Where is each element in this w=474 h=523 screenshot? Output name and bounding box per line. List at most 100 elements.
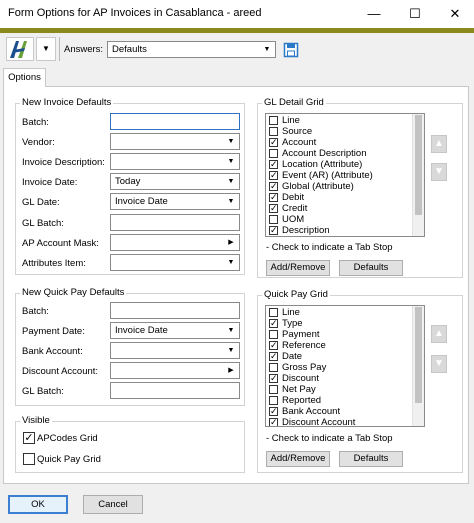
chevron-down-icon: ▼ — [227, 178, 235, 185]
quick-pay-grid-columns-list[interactable]: Line ✓ Type Payment ✓ Reference ✓ Date Gross Pay… — [265, 305, 425, 427]
qp-column-checkbox[interactable] — [269, 308, 278, 317]
list-item[interactable]: ✓ Description — [266, 225, 424, 236]
list-item[interactable]: Line — [266, 115, 424, 126]
qp-list-scroll-thumb[interactable] — [415, 307, 422, 403]
gl-column-label: Account — [282, 137, 317, 148]
qp-column-checkbox[interactable] — [269, 330, 278, 339]
gl-column-checkbox[interactable]: ✓ — [269, 182, 278, 191]
bank-account-select[interactable]: ▼ — [110, 342, 240, 359]
quick-pay-grid-checkbox[interactable] — [23, 453, 35, 465]
attributes-item-label: Attributes Item: — [22, 258, 86, 269]
list-item[interactable]: ✓ Account — [266, 137, 424, 148]
invoice-gl-batch-input[interactable] — [110, 214, 240, 231]
gl-column-checkbox[interactable] — [269, 116, 278, 125]
gl-move-up-arrow-icon[interactable]: ▲ — [431, 135, 447, 153]
gl-column-label: Global (Attribute) — [282, 181, 354, 192]
gl-column-checkbox[interactable]: ✓ — [269, 226, 278, 235]
list-item[interactable]: ✓ Global (Attribute) — [266, 181, 424, 192]
list-item[interactable]: Source — [266, 126, 424, 137]
gl-column-checkbox[interactable] — [269, 215, 278, 224]
discount-account-label: Discount Account: — [22, 366, 99, 377]
qp-column-checkbox[interactable]: ✓ — [269, 418, 278, 426]
gl-column-checkbox[interactable]: ✓ — [269, 193, 278, 202]
gl-list-scroll-thumb[interactable] — [415, 115, 422, 215]
list-item[interactable]: ✓ Reference — [266, 340, 424, 351]
save-icon[interactable] — [283, 42, 299, 58]
gl-column-checkbox[interactable]: ✓ — [269, 160, 278, 169]
list-item[interactable]: ✓ Credit — [266, 203, 424, 214]
qp-list-scrollbar[interactable] — [412, 306, 424, 426]
invoice-date-select[interactable]: Today ▼ — [110, 173, 240, 190]
list-item[interactable]: ✓ Location (Attribute) — [266, 159, 424, 170]
qp-tab-stop-hint: - Check to indicate a Tab Stop — [266, 433, 393, 444]
cancel-button[interactable]: Cancel — [83, 495, 143, 514]
company-logo-icon[interactable] — [6, 37, 34, 61]
gl-defaults-button[interactable]: Defaults — [339, 260, 403, 276]
list-item[interactable]: Reported — [266, 395, 424, 406]
list-item[interactable]: Payment — [266, 329, 424, 340]
gl-column-checkbox[interactable]: ✓ — [269, 171, 278, 180]
gl-column-checkbox[interactable] — [269, 127, 278, 136]
list-item[interactable]: Gross Pay — [266, 362, 424, 373]
qp-column-checkbox[interactable]: ✓ — [269, 352, 278, 361]
vendor-select[interactable]: ▼ — [110, 133, 240, 150]
qp-column-checkbox[interactable] — [269, 396, 278, 405]
qp-column-checkbox[interactable] — [269, 385, 278, 394]
gl-date-select[interactable]: Invoice Date ▼ — [110, 193, 240, 210]
quick-pay-batch-input[interactable] — [110, 302, 240, 319]
payment-date-select[interactable]: Invoice Date ▼ — [110, 322, 240, 339]
list-item[interactable]: UOM — [266, 214, 424, 225]
gl-add-remove-button[interactable]: Add/Remove — [266, 260, 330, 276]
minimize-button[interactable]: — — [355, 0, 393, 28]
list-item[interactable]: ✓ Bank Account — [266, 406, 424, 417]
bank-account-label: Bank Account: — [22, 346, 83, 357]
gl-tab-stop-hint: - Check to indicate a Tab Stop — [266, 242, 393, 253]
list-item[interactable]: ✓ Discount — [266, 373, 424, 384]
ap-account-mask-picker[interactable]: ▶ — [110, 234, 240, 251]
qp-column-label: Line — [282, 307, 300, 318]
chevron-right-icon: ▶ — [228, 367, 234, 374]
ap-account-mask-label: AP Account Mask: — [22, 238, 99, 249]
gl-move-down-arrow-icon[interactable]: ▼ — [431, 163, 447, 181]
list-item[interactable]: ✓ Type — [266, 318, 424, 329]
payment-date-value: Invoice Date — [115, 325, 168, 336]
qp-column-checkbox[interactable] — [269, 363, 278, 372]
list-item[interactable]: ✓ Debit — [266, 192, 424, 203]
list-item[interactable]: ✓ Event (AR) (Attribute) — [266, 170, 424, 181]
qp-column-checkbox[interactable]: ✓ — [269, 407, 278, 416]
list-item[interactable]: Line — [266, 307, 424, 318]
chevron-down-icon: ▼ — [227, 259, 235, 266]
logo-menu-chevron-down-icon[interactable]: ▼ — [36, 37, 56, 61]
qp-column-checkbox[interactable]: ✓ — [269, 319, 278, 328]
apcodes-grid-checkbox[interactable]: ✓ — [23, 432, 35, 444]
list-item[interactable]: Account Description — [266, 148, 424, 159]
qp-column-label: Discount — [282, 373, 319, 384]
qp-add-remove-button[interactable]: Add/Remove — [266, 451, 330, 467]
gl-detail-grid-title: GL Detail Grid — [262, 97, 326, 108]
list-item[interactable]: ✓ Discount Account — [266, 417, 424, 426]
qp-move-down-arrow-icon[interactable]: ▼ — [431, 355, 447, 373]
chevron-down-icon: ▼ — [263, 46, 271, 53]
answers-select[interactable]: Defaults ▼ — [107, 41, 276, 58]
quick-pay-gl-batch-input[interactable] — [110, 382, 240, 399]
gl-list-scrollbar[interactable] — [412, 114, 424, 236]
maximize-button[interactable]: ☐ — [396, 0, 434, 28]
gl-column-checkbox[interactable]: ✓ — [269, 138, 278, 147]
invoice-batch-input[interactable] — [110, 113, 240, 130]
attributes-item-select[interactable]: ▼ — [110, 254, 240, 271]
close-button[interactable]: ✕ — [436, 0, 474, 28]
gl-column-checkbox[interactable] — [269, 149, 278, 158]
chevron-down-icon: ▼ — [227, 327, 235, 334]
tab-options[interactable]: Options — [3, 68, 46, 87]
gl-column-checkbox[interactable]: ✓ — [269, 204, 278, 213]
qp-move-up-arrow-icon[interactable]: ▲ — [431, 325, 447, 343]
discount-account-picker[interactable]: ▶ — [110, 362, 240, 379]
ok-button[interactable]: OK — [8, 495, 68, 514]
qp-column-checkbox[interactable]: ✓ — [269, 341, 278, 350]
qp-defaults-button[interactable]: Defaults — [339, 451, 403, 467]
list-item[interactable]: Net Pay — [266, 384, 424, 395]
gl-detail-grid-columns-list[interactable]: Line Source ✓ Account Account Description ✓ Lo… — [265, 113, 425, 237]
invoice-description-select[interactable]: ▼ — [110, 153, 240, 170]
list-item[interactable]: ✓ Date — [266, 351, 424, 362]
qp-column-checkbox[interactable]: ✓ — [269, 374, 278, 383]
